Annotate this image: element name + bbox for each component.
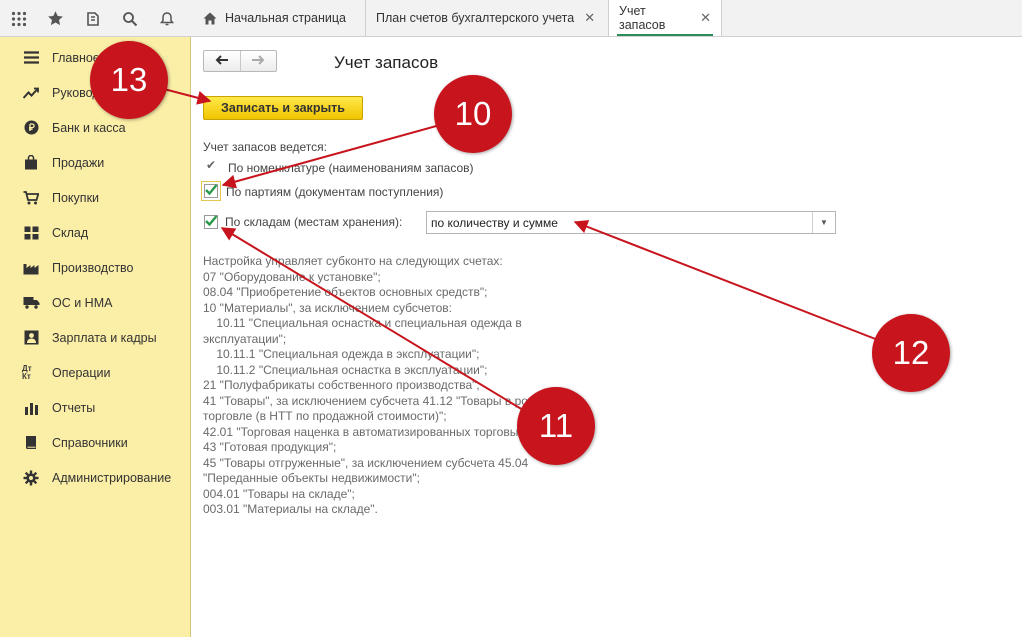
arrow-13 <box>159 87 212 105</box>
callout-11: 11 <box>517 387 595 465</box>
callout-13: 13 <box>90 41 168 119</box>
arrow-11 <box>220 227 529 414</box>
callout-10: 10 <box>434 75 512 153</box>
arrow-12 <box>573 220 879 341</box>
arrow-10 <box>221 124 441 189</box>
callout-12: 12 <box>872 314 950 392</box>
